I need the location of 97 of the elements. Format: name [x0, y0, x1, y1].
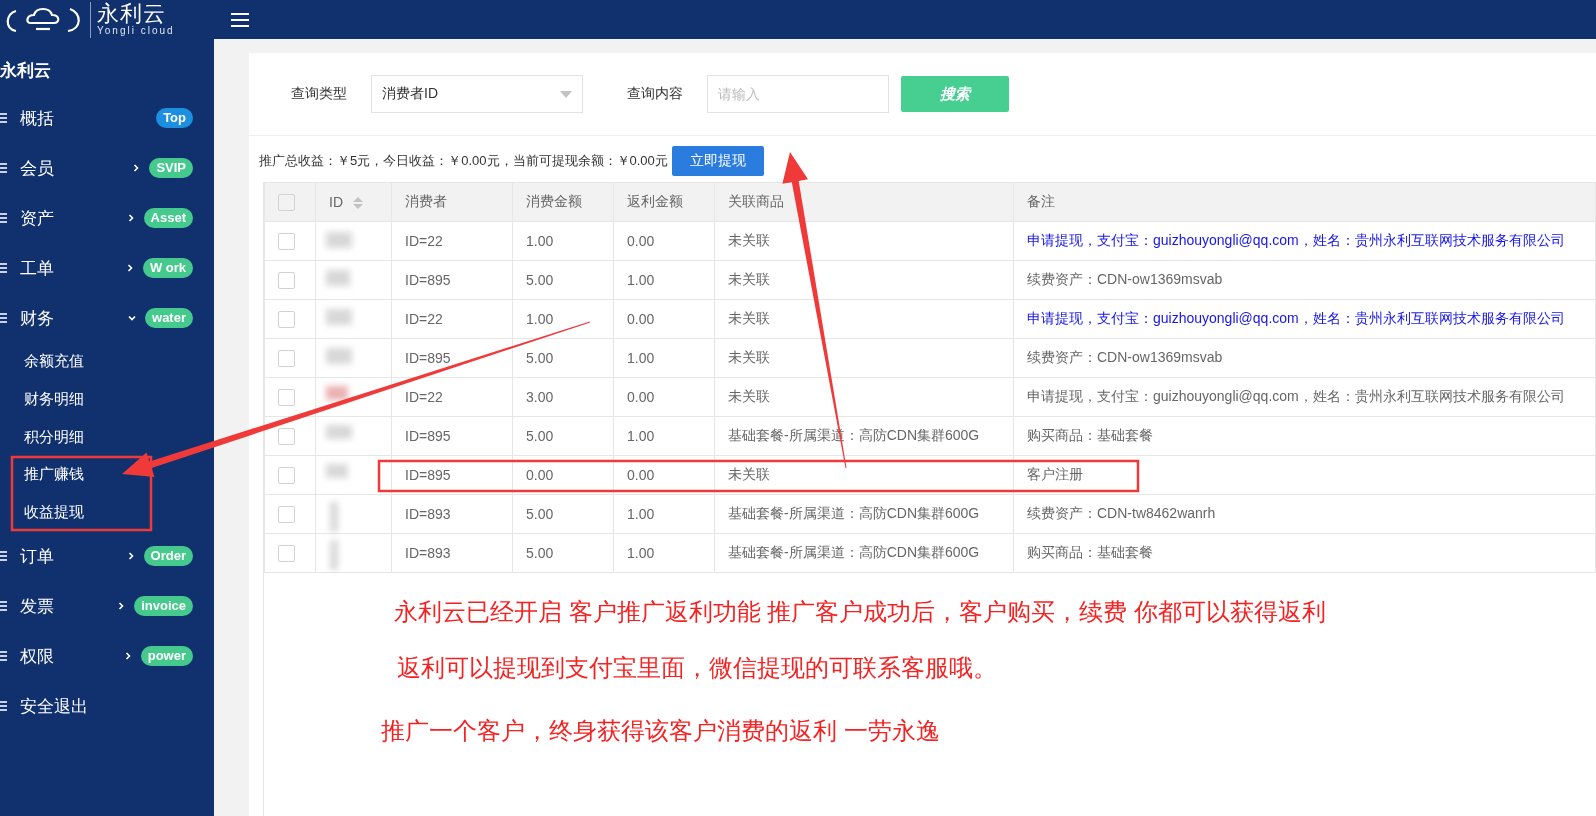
sidebar-subitem[interactable]: 收益提现 [24, 503, 84, 523]
checkbox[interactable] [278, 232, 295, 250]
checkbox[interactable] [278, 427, 295, 445]
column-header: 备注 [1027, 193, 1055, 209]
field-label: 查询类型 [291, 85, 347, 103]
logo-subtitle: Yongli cloud [97, 26, 175, 36]
table-cell: 1.00 [613, 416, 715, 456]
badge: SVIP [149, 158, 193, 178]
list-icon [0, 312, 7, 324]
earnings-summary: 推广总收益：￥5元，今日收益：￥0.00元，当前可提现余额：￥0.00元 [259, 152, 668, 170]
table-cell: 0.00 [613, 455, 715, 495]
type-dropdown[interactable]: 消费者ID [371, 75, 583, 113]
column-header: 关联商品 [728, 193, 784, 209]
list-icon [0, 600, 7, 613]
badge: Top [156, 108, 193, 128]
column-header: 返利金额 [627, 193, 683, 209]
table-cell: 0.00 [512, 455, 614, 495]
annotation-text: 推广一个客户，终身获得该客户消费的返利 一劳永逸 [381, 717, 940, 744]
table-cell: 5.00 [512, 416, 614, 456]
sidebar-item[interactable]: 安全退出 [20, 694, 88, 718]
list-icon [0, 162, 7, 174]
sidebar-subitem[interactable]: 财务明细 [24, 390, 84, 410]
checkbox[interactable] [278, 310, 295, 328]
checkbox[interactable] [278, 544, 295, 562]
caret-icon [560, 90, 572, 98]
list-icon [0, 212, 7, 224]
list-icon [0, 650, 7, 663]
table-cell: 1.00 [613, 494, 715, 534]
table-cell: 1.00 [613, 533, 715, 573]
column-header: 消费金额 [526, 193, 582, 209]
table-cell: ID=893 [391, 533, 513, 573]
table-cell: 1.00 [613, 260, 715, 300]
table-cell: 5.00 [512, 260, 614, 300]
table-cell: 客户注册 [1013, 455, 1596, 495]
table-cell: 1.00 [613, 338, 715, 378]
badge: water [145, 308, 193, 328]
badge: power [140, 646, 193, 667]
table-cell: 1.00 [512, 221, 614, 261]
table-cell: 0.00 [613, 377, 715, 417]
table-cell: 购买商品：基础套餐 [1013, 416, 1596, 456]
logo-title: 永利云 [97, 3, 167, 25]
table-cell: ID=895 [391, 260, 513, 300]
badge: Order [143, 546, 193, 567]
table-cell: 申请提现，支付宝：guizhouyongli@qq.com，姓名：贵州永利互联网技术服务有限公司 [1013, 377, 1596, 417]
search-field[interactable]: 请输入 [707, 75, 889, 113]
table-cell: 5.00 [512, 533, 614, 573]
sidebar-subitem[interactable]: 余额充值 [24, 352, 84, 372]
sidebar-item[interactable]: 财务 [20, 306, 54, 330]
table-cell: 0.00 [613, 299, 715, 339]
table-cell: ID=22 [391, 299, 513, 339]
badge: Asset [143, 208, 193, 228]
menu-icon[interactable] [231, 12, 249, 27]
column-header[interactable]: ID [329, 194, 343, 210]
column-header: 消费者 [405, 193, 447, 209]
checkbox[interactable] [278, 271, 295, 289]
table-cell: 未关联 [714, 455, 1014, 495]
table-cell: 5.00 [512, 494, 614, 534]
table-cell: 基础套餐-所属渠道：高防CDN集群600G [714, 494, 1014, 534]
list-icon [0, 550, 7, 563]
table-cell: ID=22 [391, 221, 513, 261]
annotation-text: 永利云已经开启 客户推广返利功能 推广客户成功后，客户购买，续费 你都可以获得返利 [394, 598, 1326, 625]
sidebar-item[interactable]: 工单 [20, 256, 54, 280]
checkbox[interactable] [278, 466, 295, 484]
table-cell: ID=893 [391, 494, 513, 534]
badge: W ork [142, 258, 193, 278]
table-cell: 0.00 [613, 221, 715, 261]
list-icon [0, 262, 7, 274]
withdraw-button[interactable]: 立即提现 [671, 146, 764, 176]
table-cell: 3.00 [512, 377, 614, 417]
sidebar-subitem[interactable]: 推广赚钱 [24, 465, 84, 485]
checkbox[interactable] [278, 505, 295, 523]
table-cell: 续费资产：CDN-tw8462wanrh [1013, 494, 1596, 534]
badge: invoice [134, 596, 193, 617]
table-cell: 续费资产：CDN-ow1369msvab [1013, 338, 1596, 378]
field-label: 查询内容 [627, 85, 683, 103]
list-icon [0, 700, 7, 713]
sidebar-item[interactable]: 发票 [20, 594, 54, 618]
sort-icon[interactable] [353, 197, 363, 210]
table-cell: 基础套餐-所属渠道：高防CDN集群600G [714, 533, 1014, 573]
table-cell: 申请提现，支付宝：guizhouyongli@qq.com，姓名：贵州永利互联网技术服务有限公司 [1013, 221, 1596, 261]
sidebar-item[interactable]: 概括 [20, 106, 54, 130]
table-cell: 续费资产：CDN-ow1369msvab [1013, 260, 1596, 300]
checkbox[interactable] [278, 388, 295, 406]
table-cell: ID=895 [391, 455, 513, 495]
table-cell: 申请提现，支付宝：guizhouyongli@qq.com，姓名：贵州永利互联网技术服务有限公司 [1013, 299, 1596, 339]
sidebar-item[interactable]: 权限 [20, 644, 54, 668]
table-cell: ID=895 [391, 416, 513, 456]
sidebar-subitem[interactable]: 积分明细 [24, 427, 84, 447]
sidebar-item[interactable]: 订单 [20, 544, 54, 568]
annotation-text: 返利可以提现到支付宝里面，微信提现的可联系客服哦。 [397, 654, 997, 681]
table-cell: 购买商品：基础套餐 [1013, 533, 1596, 573]
sidebar-item[interactable]: 资产 [20, 206, 54, 230]
list-icon [0, 112, 7, 124]
sidebar-item[interactable]: 会员 [20, 156, 54, 180]
checkbox[interactable] [278, 193, 295, 211]
sidebar-title: 永利云 [0, 60, 52, 82]
checkbox[interactable] [278, 349, 295, 367]
